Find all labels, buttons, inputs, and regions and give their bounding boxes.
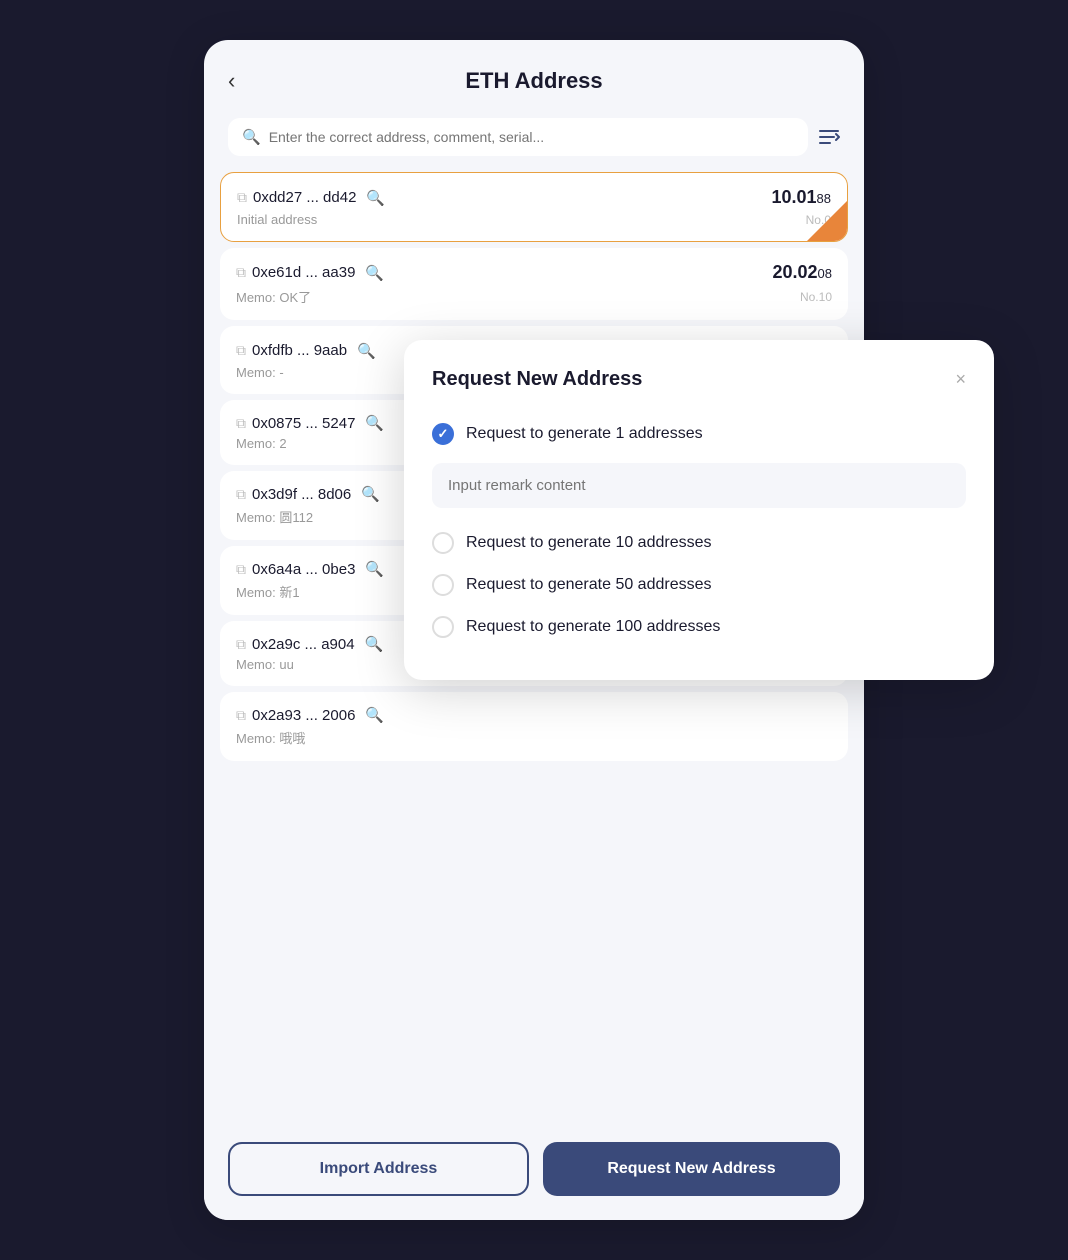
address-item-top: ⧉ 0xdd27 ... dd42 🔍 10.0188	[237, 187, 831, 208]
search-address-icon[interactable]: 🔍	[365, 560, 384, 578]
modal-header: Request New Address ×	[432, 368, 966, 391]
copy-icon[interactable]: ⧉	[236, 264, 246, 281]
header: ‹ ETH Address	[204, 40, 864, 110]
memo-text: Memo: 圆112	[236, 507, 313, 526]
address-item-bottom: Memo: OK了 No.10	[236, 287, 832, 306]
address-text: 0x0875 ... 5247	[252, 415, 355, 432]
footer: Import Address Request New Address	[204, 1126, 864, 1220]
copy-icon[interactable]: ⧉	[236, 415, 246, 432]
radio-option[interactable]: ✓ Request to generate 1 addresses	[432, 413, 966, 522]
radio-label: Request to generate 50 addresses	[466, 576, 712, 594]
search-input[interactable]	[269, 129, 794, 145]
address-left: ⧉ 0x3d9f ... 8d06 🔍	[236, 485, 380, 503]
address-item-bottom: Memo: 哦哦	[236, 728, 832, 747]
search-address-icon[interactable]: 🔍	[365, 706, 384, 724]
copy-icon[interactable]: ⧉	[236, 486, 246, 503]
address-left: ⧉ 0x0875 ... 5247 🔍	[236, 414, 384, 432]
radio-option[interactable]: Request to generate 50 addresses	[432, 564, 966, 606]
memo-text: Memo: -	[236, 365, 284, 380]
radio-circle	[432, 616, 454, 638]
address-text: 0x6a4a ... 0be3	[252, 561, 355, 578]
request-new-address-button[interactable]: Request New Address	[543, 1142, 840, 1196]
address-item-top: ⧉ 0x2a93 ... 2006 🔍	[236, 706, 832, 724]
radio-option-wrap[interactable]: Request to generate 50 addresses	[432, 564, 966, 606]
back-button[interactable]: ‹	[228, 70, 235, 92]
search-address-icon[interactable]: 🔍	[365, 264, 384, 282]
copy-icon[interactable]: ⧉	[236, 342, 246, 359]
copy-icon[interactable]: ⧉	[236, 561, 246, 578]
filter-button[interactable]	[818, 127, 840, 147]
radio-option-wrap[interactable]: Request to generate 10 addresses	[432, 522, 966, 564]
page-title: ETH Address	[465, 68, 602, 94]
address-item-top: ⧉ 0xe61d ... aa39 🔍 20.0208	[236, 262, 832, 283]
no-badge: No.10	[800, 290, 832, 304]
address-left: ⧉ 0x2a9c ... a904 🔍	[236, 635, 383, 653]
radio-circle	[432, 574, 454, 596]
memo-text: Memo: uu	[236, 657, 294, 672]
search-address-icon[interactable]: 🔍	[365, 414, 384, 432]
request-address-modal: Request New Address × ✓ Request to gener…	[404, 340, 994, 680]
memo-text: Memo: 哦哦	[236, 728, 305, 747]
copy-icon[interactable]: ⧉	[236, 636, 246, 653]
filter-icon	[818, 127, 840, 147]
address-item[interactable]: ⧉ 0x2a93 ... 2006 🔍 Memo: 哦哦	[220, 692, 848, 761]
address-left: ⧉ 0xe61d ... aa39 🔍	[236, 264, 384, 282]
memo-text: Initial address	[237, 212, 317, 227]
modal-options-list: ✓ Request to generate 1 addresses Reques…	[432, 413, 966, 648]
address-text: 0x2a9c ... a904	[252, 636, 355, 653]
radio-option-wrap[interactable]: Request to generate 100 addresses	[432, 606, 966, 648]
address-text: 0xfdfb ... 9aab	[252, 342, 347, 359]
address-item[interactable]: ⧉ 0xdd27 ... dd42 🔍 10.0188 Initial addr…	[220, 172, 848, 242]
address-item[interactable]: ⧉ 0xe61d ... aa39 🔍 20.0208 Memo: OK了 No…	[220, 248, 848, 320]
radio-option[interactable]: Request to generate 10 addresses	[432, 522, 966, 564]
remark-input[interactable]	[432, 463, 966, 508]
search-address-icon[interactable]: 🔍	[357, 342, 376, 360]
radio-option-wrap[interactable]: ✓ Request to generate 1 addresses	[432, 413, 966, 455]
main-card: ‹ ETH Address 🔍 ⧉ 0xdd27 ... dd42 🔍 10.	[204, 40, 864, 1220]
radio-circle	[432, 532, 454, 554]
search-bar: 🔍	[228, 118, 840, 156]
import-address-button[interactable]: Import Address	[228, 1142, 529, 1196]
address-text: 0x3d9f ... 8d06	[252, 486, 351, 503]
radio-circle: ✓	[432, 423, 454, 445]
address-left: ⧉ 0xfdfb ... 9aab 🔍	[236, 342, 376, 360]
address-text: 0xdd27 ... dd42	[253, 189, 356, 206]
modal-close-button[interactable]: ×	[955, 369, 966, 390]
modal-title: Request New Address	[432, 368, 642, 391]
address-amount: 20.0208	[772, 262, 832, 283]
address-left: ⧉ 0x6a4a ... 0be3 🔍	[236, 560, 384, 578]
radio-label: Request to generate 10 addresses	[466, 534, 712, 552]
radio-option[interactable]: Request to generate 100 addresses	[432, 606, 966, 648]
radio-label: Request to generate 100 addresses	[466, 618, 720, 636]
memo-text: Memo: 2	[236, 436, 287, 451]
memo-text: Memo: 新1	[236, 582, 300, 601]
search-icon: 🔍	[242, 128, 261, 146]
search-address-icon[interactable]: 🔍	[365, 635, 384, 653]
address-item-bottom: Initial address No.0	[237, 212, 831, 227]
search-input-wrap: 🔍	[228, 118, 808, 156]
copy-icon[interactable]: ⧉	[237, 189, 247, 206]
address-left: ⧉ 0x2a93 ... 2006 🔍	[236, 706, 384, 724]
search-address-icon[interactable]: 🔍	[361, 485, 380, 503]
active-corner	[807, 201, 847, 241]
radio-label: Request to generate 1 addresses	[466, 425, 703, 443]
address-text: 0xe61d ... aa39	[252, 264, 355, 281]
search-address-icon[interactable]: 🔍	[366, 189, 385, 207]
memo-text: Memo: OK了	[236, 287, 311, 306]
copy-icon[interactable]: ⧉	[236, 707, 246, 724]
address-text: 0x2a93 ... 2006	[252, 707, 355, 724]
address-left: ⧉ 0xdd27 ... dd42 🔍	[237, 189, 385, 207]
radio-check-icon: ✓	[438, 426, 449, 442]
